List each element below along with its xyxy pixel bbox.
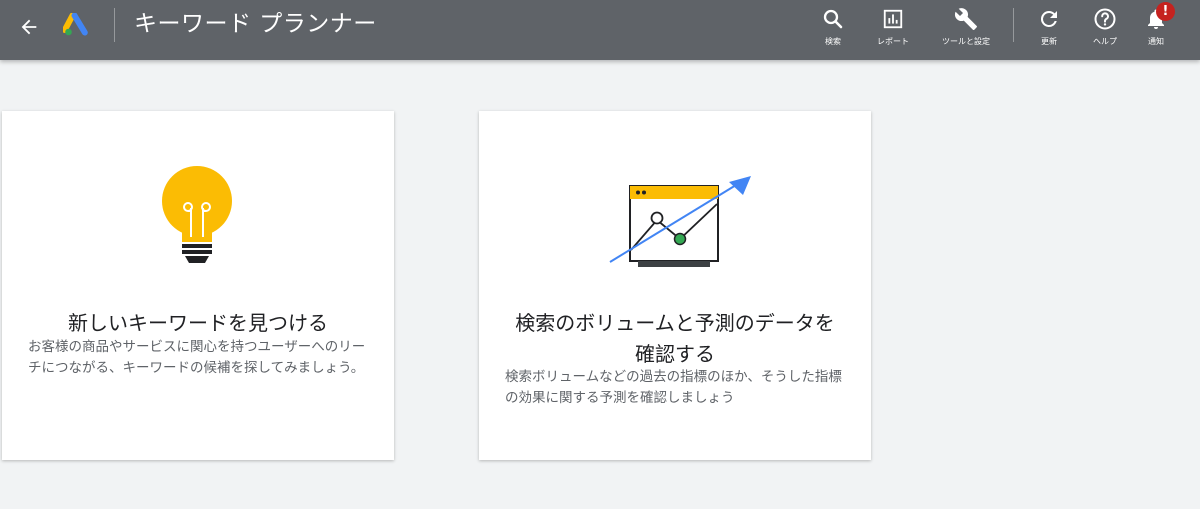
search-icon — [823, 9, 843, 29]
search-label: 検索 — [825, 37, 841, 46]
refresh-label: 更新 — [1041, 37, 1057, 46]
back-button[interactable] — [14, 12, 44, 42]
forecast-data-card[interactable]: 検索のボリュームと予測のデータを確認する 検索ボリュームなどの過去の指標のほか、… — [479, 111, 871, 460]
google-ads-logo-icon — [63, 13, 88, 36]
notifications-label: 通知 — [1148, 37, 1164, 46]
card-title: 新しいキーワードを見つける — [68, 311, 328, 335]
card-title: 検索のボリュームと予測のデータを確認する — [515, 311, 835, 366]
header-divider — [114, 8, 115, 42]
report-label: レポート — [877, 37, 909, 46]
tools-settings-label: ツールと設定 — [942, 37, 990, 46]
wrench-icon — [954, 8, 977, 30]
refresh-icon — [1040, 10, 1057, 27]
refresh-button[interactable]: 更新 — [1019, 6, 1079, 48]
bar-chart-icon — [883, 9, 903, 29]
toolbar-divider — [1013, 8, 1014, 42]
lightbulb-icon — [162, 166, 232, 263]
discover-keywords-card[interactable]: 新しいキーワードを見つける お客様の商品やサービスに関心を持つユーザーへのリーチ… — [2, 111, 394, 460]
card-description: 検索ボリュームなどの過去の指標のほか、そうした指標の効果に関する予測を確認しまし… — [505, 369, 842, 406]
card-description: お客様の商品やサービスに関心を持つユーザーへのリーチにつながる、キーワードの候補… — [28, 339, 366, 376]
report-button[interactable]: レポート — [863, 6, 923, 48]
back-arrow-icon — [21, 19, 37, 35]
help-icon — [1094, 8, 1116, 30]
page-title: キーワード プランナー — [134, 11, 377, 37]
tools-settings-button[interactable]: ツールと設定 — [936, 6, 996, 48]
search-button[interactable]: 検索 — [803, 6, 863, 48]
notification-badge: ! — [1156, 2, 1175, 21]
trend-chart-icon — [609, 176, 751, 267]
top-app-bar: キーワード プランナー 検索 レポート ツールと設定 更新 ヘルプ 通知 ! — [0, 0, 1200, 60]
